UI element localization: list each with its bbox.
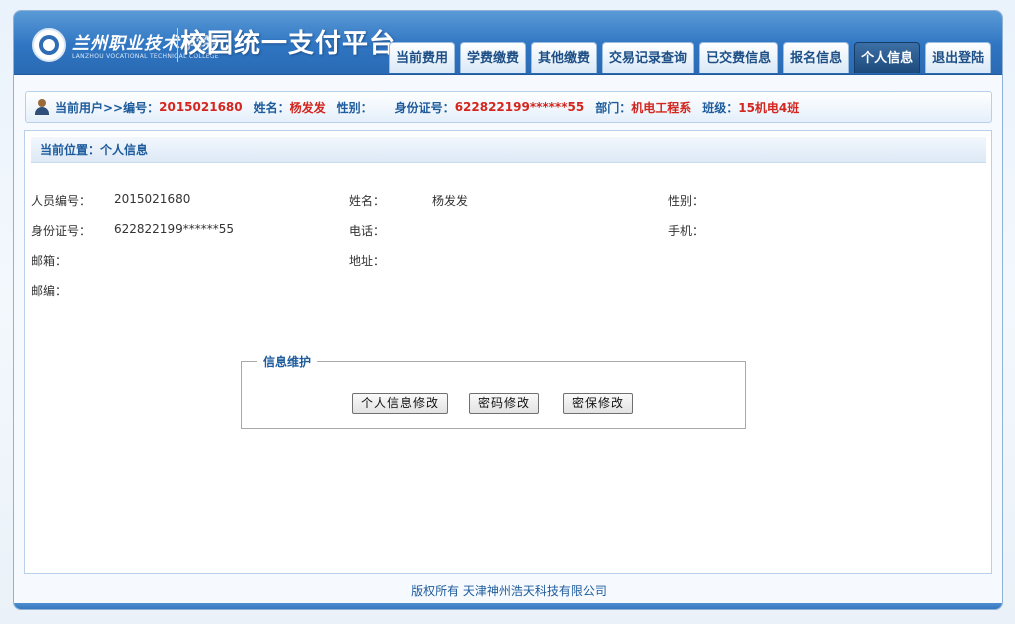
address-label: 地址： [349, 254, 386, 268]
user-idcard-label: 身份证号： [394, 100, 455, 115]
info-maintenance-legend: 信息维护 [257, 353, 318, 370]
user-name-value: 杨发发 [289, 100, 326, 115]
staff-no-value: 2015021680 [114, 192, 191, 206]
current-user-bar: 当前用户>>编号： 2015021680 姓名： 杨发发 性别： 身份证号： 6… [25, 91, 992, 123]
main-content: 当前位置：个人信息 人员编号： 2015021680 姓名： 杨发发 性别： 身… [24, 130, 992, 574]
user-icon [34, 99, 50, 115]
user-name-label: 姓名： [253, 100, 290, 115]
tab-transaction-query[interactable]: 交易记录查询 [602, 42, 695, 73]
user-gender-label: 性别： [336, 100, 373, 115]
staff-no-label: 人员编号： [31, 194, 92, 208]
name-label: 姓名： [349, 194, 386, 208]
header: 兰州职业技术学院 LANZHOU VOCATIONAL TECHNICAL CO… [14, 11, 1002, 75]
gender-label: 性别： [668, 194, 705, 208]
user-id-value: 2015021680 [159, 100, 243, 114]
user-class-value: 15机电4班 [738, 100, 800, 115]
footer-bar [14, 603, 1002, 609]
footer-copyright: 版权所有 天津神州浩天科技有限公司 [411, 584, 607, 598]
college-emblem-icon [32, 28, 66, 62]
tab-personal-info[interactable]: 个人信息 [854, 42, 921, 73]
tab-other-payment[interactable]: 其他缴费 [531, 42, 598, 73]
edit-profile-button[interactable]: 个人信息修改 [352, 393, 449, 414]
app-title: 校园统一支付平台 [180, 29, 397, 59]
tab-registration-info[interactable]: 报名信息 [783, 42, 850, 73]
main-nav: 当前费用 学费缴费 其他缴费 交易记录查询 已交费信息 报名信息 个人信息 退出… [389, 42, 992, 73]
user-prefix-label: 当前用户>>编号： [55, 100, 160, 115]
user-dept-label: 部门： [595, 100, 632, 115]
change-security-question-button[interactable]: 密保修改 [563, 393, 634, 414]
change-password-button[interactable]: 密码修改 [469, 393, 540, 414]
breadcrumb: 当前位置：个人信息 [31, 137, 986, 163]
zip-label: 邮编： [31, 284, 68, 298]
idcard-label: 身份证号： [31, 224, 92, 238]
user-class-label: 班级： [702, 100, 739, 115]
idcard-value: 622822199******55 [114, 222, 234, 236]
header-divider [177, 28, 178, 62]
app-frame: 兰州职业技术学院 LANZHOU VOCATIONAL TECHNICAL CO… [13, 10, 1003, 610]
tab-paid-info[interactable]: 已交费信息 [699, 42, 779, 73]
info-maintenance-group: 信息维护 个人信息修改 密码修改 密保修改 [241, 353, 746, 429]
email-label: 邮箱： [31, 254, 68, 268]
mobile-label: 手机： [668, 224, 705, 238]
user-dept-value: 机电工程系 [631, 100, 692, 115]
user-idcard-value: 622822199******55 [454, 100, 585, 114]
name-value: 杨发发 [432, 194, 469, 208]
tab-current-fees[interactable]: 当前费用 [389, 42, 456, 73]
tab-tuition-payment[interactable]: 学费缴费 [460, 42, 527, 73]
tab-logout[interactable]: 退出登陆 [925, 42, 992, 73]
phone-label: 电话： [349, 224, 386, 238]
